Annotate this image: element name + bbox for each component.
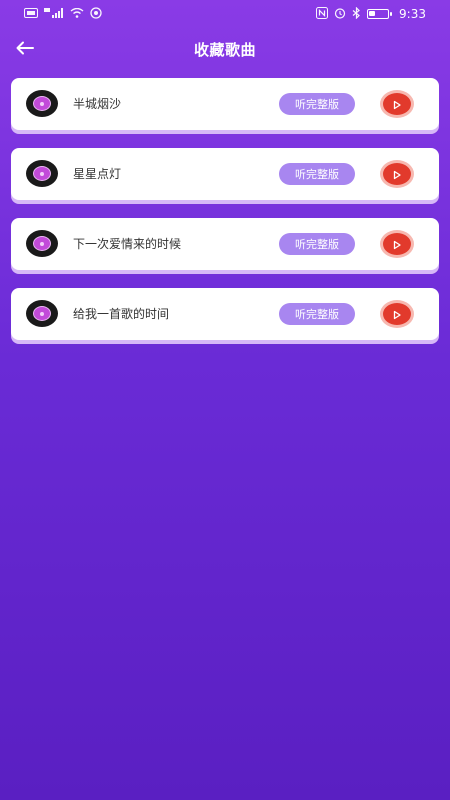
status-bar-right: 9:33 — [316, 6, 426, 22]
status-bar: 9:33 — [0, 0, 450, 28]
play-icon — [392, 95, 402, 114]
back-button[interactable] — [12, 36, 38, 62]
wifi-icon — [70, 7, 84, 21]
song-card[interactable]: 星星点灯 听完整版 — [11, 148, 439, 200]
vinyl-disc-icon — [26, 300, 58, 327]
back-arrow-icon — [16, 40, 34, 59]
5g-signal-icon — [44, 7, 64, 21]
play-button[interactable] — [380, 300, 414, 328]
alarm-icon — [334, 7, 346, 22]
vinyl-disc-icon — [26, 160, 58, 187]
play-icon — [392, 305, 402, 324]
listen-full-button[interactable]: 听完整版 — [279, 163, 355, 185]
favorite-songs-list: 半城烟沙 听完整版 星星点灯 听完整版 下一次爱情来的时候 听完整版 给我一首歌… — [11, 78, 439, 358]
play-button[interactable] — [380, 160, 414, 188]
vinyl-disc-icon — [26, 230, 58, 257]
play-icon — [392, 235, 402, 254]
nfc-icon — [316, 6, 329, 22]
listen-full-button[interactable]: 听完整版 — [279, 303, 355, 325]
nfc-status-icon — [90, 6, 102, 22]
song-title: 半城烟沙 — [73, 97, 122, 111]
vinyl-disc-icon — [26, 90, 58, 117]
song-card[interactable]: 下一次爱情来的时候 听完整版 — [11, 218, 439, 270]
listen-full-button[interactable]: 听完整版 — [279, 233, 355, 255]
play-button[interactable] — [380, 230, 414, 258]
play-icon — [392, 165, 402, 184]
play-button[interactable] — [380, 90, 414, 118]
song-title: 星星点灯 — [73, 167, 122, 181]
battery-icon — [367, 9, 393, 19]
header: 收藏歌曲 — [0, 28, 450, 70]
song-title: 给我一首歌的时间 — [73, 307, 170, 321]
hd-icon — [24, 7, 38, 21]
song-title: 下一次爱情来的时候 — [73, 237, 182, 251]
status-bar-left — [24, 6, 102, 22]
song-card[interactable]: 半城烟沙 听完整版 — [11, 78, 439, 130]
song-card[interactable]: 给我一首歌的时间 听完整版 — [11, 288, 439, 340]
status-time: 9:33 — [399, 7, 426, 21]
listen-full-button[interactable]: 听完整版 — [279, 93, 355, 115]
bluetooth-icon — [352, 6, 361, 22]
page-title: 收藏歌曲 — [193, 40, 256, 59]
